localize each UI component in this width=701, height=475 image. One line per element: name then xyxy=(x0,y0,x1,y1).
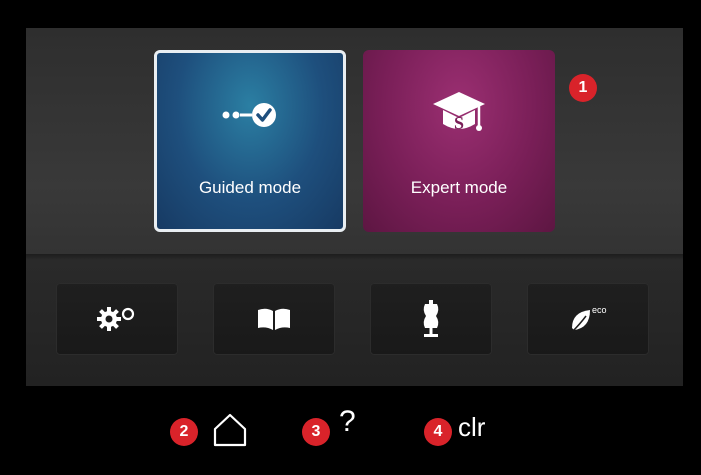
mode-selection-area xyxy=(26,28,683,254)
settings-button[interactable] xyxy=(56,283,178,355)
graduation-cap-icon: S xyxy=(433,92,485,133)
home-icon[interactable] xyxy=(210,410,250,450)
open-book-icon xyxy=(258,308,290,330)
help-button[interactable]: ? xyxy=(339,405,356,439)
eco-icon-text: eco xyxy=(592,305,607,315)
tutorial-button[interactable] xyxy=(213,283,335,355)
eco-leaf-icon: eco xyxy=(571,305,607,333)
creative-consultant-button[interactable] xyxy=(370,283,492,355)
callout-4: 4 xyxy=(424,418,452,446)
dress-form-icon xyxy=(423,300,439,337)
callout-2: 2 xyxy=(170,418,198,446)
clear-button[interactable]: clr xyxy=(458,412,485,443)
svg-text:S: S xyxy=(454,113,464,133)
guided-steps-icon xyxy=(222,103,276,127)
expert-mode-button[interactable]: S Expert mode xyxy=(363,50,555,232)
callout-1: 1 xyxy=(569,74,597,102)
guided-mode-button[interactable]: Guided mode xyxy=(154,50,346,232)
gears-icon xyxy=(97,307,135,331)
eco-button[interactable]: eco xyxy=(527,283,649,355)
expert-mode-label: Expert mode xyxy=(410,178,508,197)
guided-mode-label: Guided mode xyxy=(198,178,302,197)
callout-3: 3 xyxy=(302,418,330,446)
